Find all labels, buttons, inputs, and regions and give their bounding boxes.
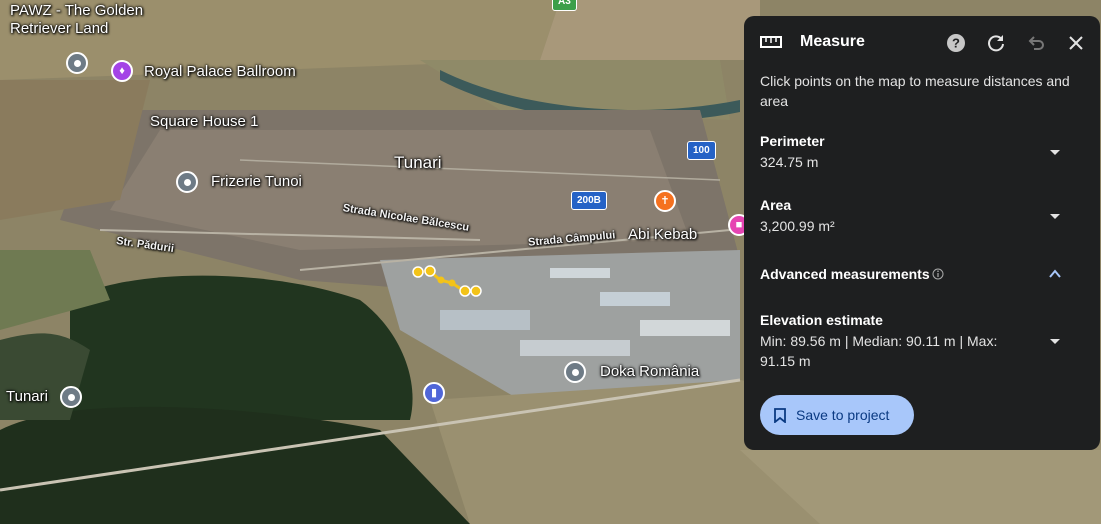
location-pin-icon[interactable] — [66, 52, 88, 74]
route-shield-a3: A3 — [552, 0, 577, 11]
perimeter-label: Perimeter — [760, 133, 825, 149]
place-label-royal-palace[interactable]: Royal Palace Ballroom — [144, 63, 296, 80]
undo-button[interactable] — [1024, 31, 1048, 55]
place-label-doka[interactable]: Doka România — [600, 363, 699, 380]
location-pin-icon[interactable] — [564, 361, 586, 383]
close-icon — [1069, 36, 1083, 50]
save-to-project-label: Save to project — [796, 407, 890, 423]
ruler-icon — [760, 36, 782, 48]
place-label-square-house[interactable]: Square House 1 — [150, 113, 258, 130]
help-button[interactable]: ? — [944, 31, 968, 55]
panel-header: Measure ? — [744, 16, 1100, 70]
measure-panel: Measure ? Click points on the map to mea… — [744, 16, 1100, 450]
place-label-pawz[interactable]: PAWZ - The Golden Retriever Land — [10, 2, 143, 38]
ballroom-pin-icon[interactable]: ♦ — [111, 60, 133, 82]
panel-title: Measure — [800, 33, 865, 50]
gas-station-pin-icon[interactable]: ▮ — [423, 382, 445, 404]
refresh-icon — [988, 35, 1004, 52]
chevron-down-icon[interactable] — [1048, 334, 1062, 348]
help-icon: ? — [947, 34, 965, 52]
location-pin-icon[interactable] — [60, 386, 82, 408]
perimeter-row[interactable]: Perimeter 324.75 m — [744, 131, 1100, 175]
save-to-project-button[interactable]: Save to project — [760, 395, 914, 435]
place-label-tunari-left[interactable]: Tunari — [6, 388, 48, 405]
route-shield-100: 100 — [687, 141, 716, 160]
place-label-abi-kebab[interactable]: Abi Kebab — [628, 226, 697, 243]
bookmark-icon — [774, 407, 786, 423]
advanced-measurements-label: Advanced measurements — [760, 266, 930, 282]
perimeter-value: 324.75 m — [760, 154, 819, 170]
chevron-up-icon[interactable] — [1048, 267, 1062, 281]
location-pin-icon[interactable] — [176, 171, 198, 193]
undo-icon — [1028, 36, 1044, 50]
elevation-row[interactable]: Elevation estimate Min: 89.56 m | Median… — [744, 310, 1100, 374]
elevation-value: Min: 89.56 m | Median: 90.11 m | Max: 91… — [760, 333, 998, 369]
restaurant-pin-icon[interactable]: ✝ — [654, 190, 676, 212]
chevron-down-icon[interactable] — [1048, 145, 1062, 159]
area-value: 3,200.99 m² — [760, 218, 835, 234]
area-label: Area — [760, 197, 792, 213]
close-button[interactable] — [1064, 31, 1088, 55]
advanced-measurements-row[interactable]: Advanced measurements — [744, 264, 1100, 288]
info-icon[interactable] — [932, 268, 944, 280]
town-label-tunari: Tunari — [394, 153, 442, 172]
route-shield-200b: 200B — [571, 191, 607, 210]
panel-description: Click points on the map to measure dista… — [760, 73, 1070, 109]
reset-button[interactable] — [984, 31, 1008, 55]
chevron-down-icon[interactable] — [1048, 209, 1062, 223]
elevation-label: Elevation estimate — [760, 312, 883, 328]
place-label-frizerie[interactable]: Frizerie Tunoi — [211, 173, 302, 190]
area-row[interactable]: Area 3,200.99 m² — [744, 195, 1100, 239]
svg-text:?: ? — [952, 36, 960, 51]
